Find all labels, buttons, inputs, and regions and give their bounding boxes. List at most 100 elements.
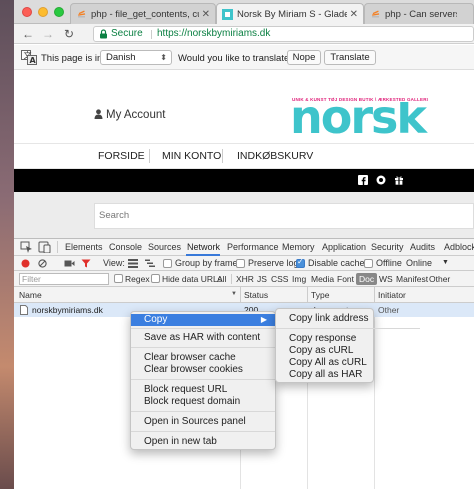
nav-indkobskurv[interactable]: INDKØBSKURV bbox=[237, 150, 313, 162]
site-nav: FORSIDE MIN KONTO INDKØBSKURV bbox=[14, 143, 474, 169]
devtools-tab-sources[interactable]: Sources bbox=[148, 242, 181, 252]
nope-button[interactable]: Nope bbox=[287, 50, 321, 65]
menu-item-label: Copy bbox=[144, 314, 168, 325]
translate-button[interactable]: Translate bbox=[324, 50, 376, 65]
submenu-item-copy-link[interactable]: Copy link address bbox=[276, 313, 373, 325]
record-icon[interactable] bbox=[21, 259, 30, 268]
device-toolbar-icon[interactable] bbox=[38, 241, 51, 253]
window-close-button[interactable] bbox=[22, 7, 32, 17]
submenu-item-copy-curl[interactable]: Copy as cURL bbox=[276, 345, 373, 357]
address-bar[interactable]: Secure https://norskbymiriams.dk bbox=[93, 26, 474, 42]
sort-down-icon[interactable]: ▼ bbox=[231, 291, 237, 297]
filter-type-manifest[interactable]: Manifest bbox=[396, 274, 428, 284]
filter-type-other[interactable]: Other bbox=[429, 274, 450, 284]
group-by-frame-label: Group by frame bbox=[175, 258, 238, 268]
disable-cache-checkbox[interactable] bbox=[296, 257, 305, 268]
browser-tab-norsk[interactable]: Norsk By Miriam S - Glade kjø ✕ bbox=[216, 3, 364, 24]
devtools-tab-bar: Elements Console Sources Network Perform… bbox=[14, 239, 474, 256]
menu-item-block-url[interactable]: Block request URL bbox=[131, 384, 275, 396]
language-value: Danish bbox=[106, 52, 136, 63]
filter-type-css[interactable]: CSS bbox=[271, 274, 288, 284]
devtools-tab-console[interactable]: Console bbox=[109, 242, 142, 252]
desktop-background bbox=[0, 0, 14, 489]
submenu-item-copy-all-curl[interactable]: Copy All as cURL bbox=[276, 357, 373, 369]
site-logo[interactable]: norsk UNIK & KUNST TØJ DESIGN BUTIK \ ÆR… bbox=[292, 95, 474, 137]
devtools-tab-adblock[interactable]: Adblock bbox=[444, 242, 474, 252]
filter-type-ws[interactable]: WS bbox=[379, 274, 393, 284]
menu-item-clear-cache[interactable]: Clear browser cache bbox=[131, 352, 275, 364]
filter-icon[interactable] bbox=[81, 259, 91, 268]
menu-separator bbox=[131, 328, 275, 329]
menu-item-open-new-tab[interactable]: Open in new tab bbox=[131, 436, 275, 448]
inspect-element-icon[interactable] bbox=[20, 241, 33, 253]
nav-divider bbox=[222, 149, 223, 163]
filter-type-js[interactable]: JS bbox=[257, 274, 267, 284]
search-input[interactable]: Search bbox=[94, 203, 474, 229]
gift-icon[interactable] bbox=[394, 175, 404, 185]
devtools-tab-memory[interactable]: Memory bbox=[282, 242, 315, 252]
column-initiator[interactable]: Initiator bbox=[378, 290, 406, 300]
row-name: norskbymiriams.dk bbox=[32, 305, 103, 315]
menu-item-copy[interactable]: Copy ▶ bbox=[131, 314, 275, 326]
filter-type-media[interactable]: Media bbox=[311, 274, 334, 284]
globe-icon[interactable] bbox=[376, 175, 386, 185]
language-select[interactable]: Danish ⬍ bbox=[100, 50, 172, 65]
facebook-icon[interactable] bbox=[358, 175, 368, 185]
stackoverflow-favicon-icon bbox=[78, 10, 86, 18]
nav-divider bbox=[149, 149, 150, 163]
filter-input[interactable]: Filter bbox=[19, 273, 109, 285]
filter-type-all[interactable]: All bbox=[217, 274, 226, 284]
tab-close-icon[interactable]: ✕ bbox=[202, 4, 210, 24]
chevron-down-icon[interactable]: ▼ bbox=[442, 259, 449, 266]
browser-tab-php-file-get-contents[interactable]: php - file_get_contents, curl, w ✕ bbox=[70, 3, 216, 24]
column-type[interactable]: Type bbox=[311, 290, 329, 300]
filter-type-img[interactable]: Img bbox=[292, 274, 306, 284]
devtools-tab-network[interactable]: Network bbox=[187, 242, 220, 252]
menu-item-clear-cookies[interactable]: Clear browser cookies bbox=[131, 364, 275, 376]
back-arrow-icon[interactable]: ← bbox=[20, 26, 36, 42]
devtools-tab-performance[interactable]: Performance bbox=[227, 242, 279, 252]
window-maximize-button[interactable] bbox=[54, 7, 64, 17]
devtools-tab-audits[interactable]: Audits bbox=[410, 242, 435, 252]
filter-type-doc[interactable]: Doc bbox=[356, 273, 378, 285]
devtools-tab-elements[interactable]: Elements bbox=[65, 242, 103, 252]
throttling-select[interactable]: Online bbox=[406, 258, 432, 268]
menu-item-block-domain[interactable]: Block request domain bbox=[131, 396, 275, 408]
devtools-tab-security[interactable]: Security bbox=[371, 242, 404, 252]
my-account-link[interactable]: My Account bbox=[94, 109, 165, 121]
regex-checkbox[interactable] bbox=[114, 274, 123, 283]
offline-checkbox[interactable] bbox=[364, 259, 373, 268]
copy-submenu: Copy link address Copy response Copy as … bbox=[275, 308, 420, 383]
tab-close-icon[interactable]: ✕ bbox=[350, 4, 358, 24]
submenu-item-copy-all-har[interactable]: Copy all as HAR bbox=[276, 369, 373, 381]
offline-label: Offline bbox=[376, 258, 402, 268]
row-initiator: Other bbox=[378, 305, 400, 315]
browser-tab-php-can-servers[interactable]: php - Can servers block cur bbox=[364, 3, 474, 24]
devtools-tab-application[interactable]: Application bbox=[322, 242, 366, 252]
lock-icon bbox=[100, 29, 107, 39]
forward-arrow-icon[interactable]: → bbox=[40, 26, 56, 42]
column-status[interactable]: Status bbox=[244, 290, 268, 300]
filter-type-font[interactable]: Font bbox=[337, 274, 354, 284]
preserve-log-checkbox[interactable] bbox=[236, 259, 245, 268]
overview-icon[interactable] bbox=[145, 259, 155, 268]
menu-item-save-har[interactable]: Save as HAR with content bbox=[131, 332, 275, 344]
hide-data-urls-checkbox[interactable] bbox=[151, 274, 160, 283]
large-rows-icon[interactable] bbox=[128, 259, 138, 268]
group-by-frame-checkbox[interactable] bbox=[163, 259, 172, 268]
nav-forside[interactable]: FORSIDE bbox=[98, 150, 145, 162]
menu-separator bbox=[131, 347, 275, 348]
reload-icon[interactable]: ↻ bbox=[61, 26, 77, 42]
submenu-item-copy-response[interactable]: Copy response bbox=[276, 333, 373, 345]
clear-icon[interactable] bbox=[38, 259, 47, 268]
translate-prefix-text: This page is in bbox=[41, 53, 103, 64]
column-name[interactable]: Name bbox=[19, 290, 42, 300]
search-band: Search bbox=[14, 192, 474, 238]
menu-item-open-sources[interactable]: Open in Sources panel bbox=[131, 416, 275, 428]
filter-type-xhr[interactable]: XHR bbox=[236, 274, 254, 284]
translate-bar: 文 A This page is in Danish ⬍ Would you l… bbox=[14, 45, 474, 70]
nav-min-konto[interactable]: MIN KONTO bbox=[162, 150, 221, 162]
screenshot-camera-icon[interactable] bbox=[64, 259, 75, 268]
window-minimize-button[interactable] bbox=[38, 7, 48, 17]
user-icon bbox=[94, 109, 103, 119]
